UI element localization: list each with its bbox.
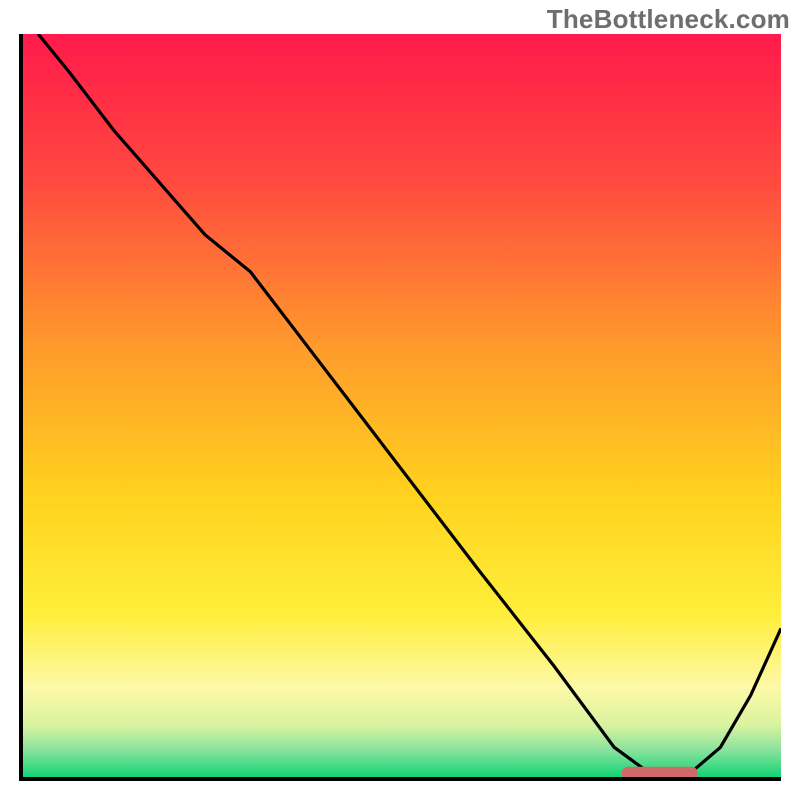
line-curve [23, 34, 781, 777]
plot-area [23, 34, 781, 777]
plot-axes [19, 34, 781, 781]
optimum-marker [622, 767, 698, 777]
watermark-text: TheBottleneck.com [547, 4, 790, 35]
bottleneck-curve [38, 34, 781, 773]
chart-container: TheBottleneck.com [0, 0, 800, 800]
